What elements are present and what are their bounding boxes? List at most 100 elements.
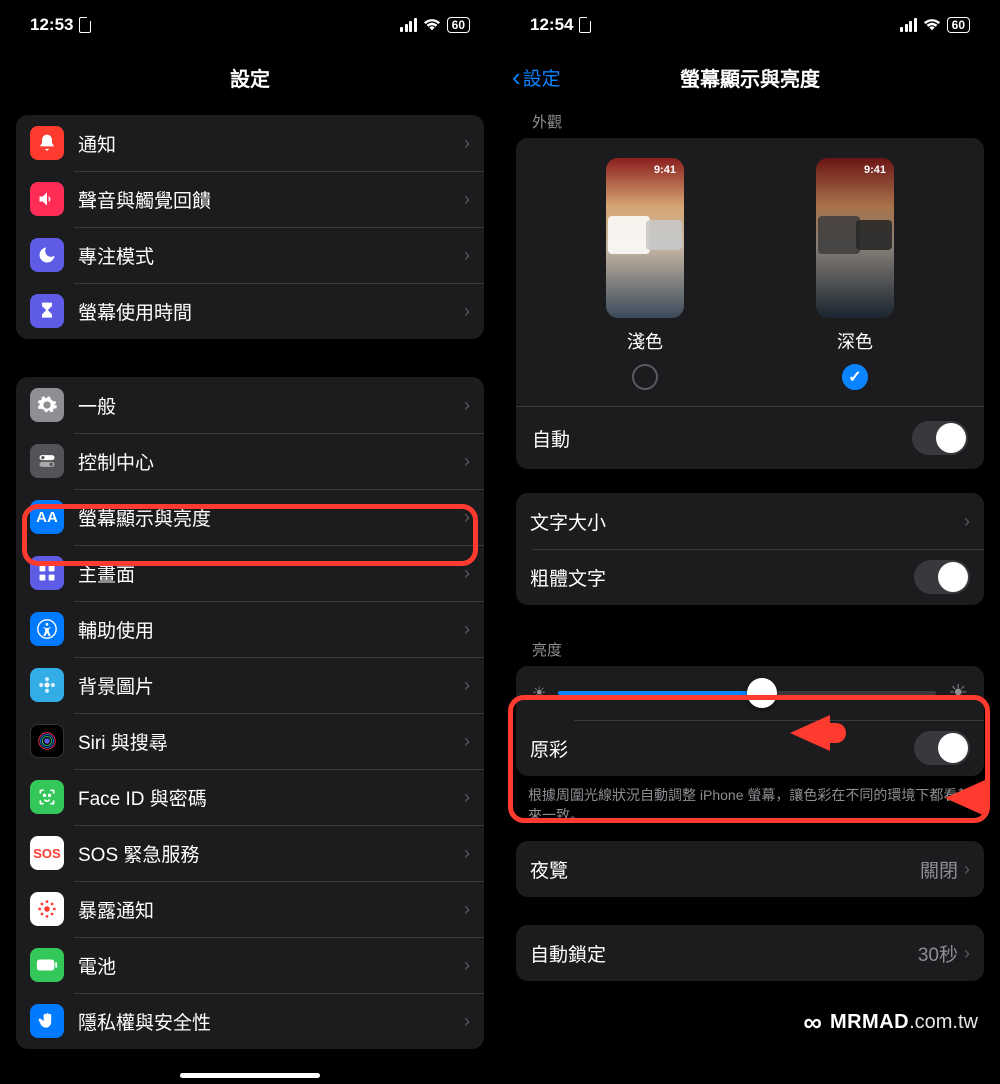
chevron-right-icon: › [464,955,470,976]
row-accessibility[interactable]: 輔助使用 › [16,601,484,657]
row-battery[interactable]: 電池 › [16,937,484,993]
chevron-right-icon: › [464,301,470,322]
settings-group-2: 一般 › 控制中心 › AA 螢幕顯示與亮度 › 主畫面 › [16,377,484,1049]
chevron-right-icon: › [464,245,470,266]
hand-icon [30,1004,64,1038]
chevron-right-icon: › [464,1011,470,1032]
speaker-icon [30,182,64,216]
flower-icon [30,668,64,702]
toggle-bold-text[interactable] [914,560,970,594]
row-night-shift[interactable]: 夜覽 關閉 › [516,841,984,897]
true-tone-description: 根據周圍光線狀況自動調整 iPhone 螢幕，讓色彩在不同的環境下都看起來一致。 [500,780,1000,841]
chevron-right-icon: › [964,859,970,880]
sim-icon [579,17,591,33]
slider-thumb[interactable] [747,678,777,708]
chevron-right-icon: › [464,507,470,528]
display-scroll[interactable]: 外觀 9:41 淺色 9:41 深色 ✓ [500,105,1000,1084]
chevron-right-icon: › [464,619,470,640]
back-label: 設定 [523,64,561,91]
radio-unchecked-icon[interactable] [632,364,658,390]
sun-small-icon: ☀ [532,683,546,703]
sim-icon [79,17,91,33]
row-notifications[interactable]: 通知 › [16,115,484,171]
faceid-icon [30,780,64,814]
chevron-left-icon: ‹ [512,62,521,93]
chevron-right-icon: › [464,189,470,210]
auto-lock-group: 自動鎖定 30秒 › [516,925,984,981]
toggle-auto[interactable] [912,421,968,455]
phone-display-brightness: 12:54 60 ‹ 設定 螢幕顯示與亮度 外觀 9:41 淺色 [500,0,1000,1084]
arrow-annotation-icon [945,780,985,816]
light-preview: 9:41 [606,158,684,318]
row-screentime[interactable]: 螢幕使用時間 › [16,283,484,339]
row-privacy[interactable]: 隱私權與安全性 › [16,993,484,1049]
chevron-right-icon: › [464,451,470,472]
row-auto-appearance: 自動 [516,406,984,469]
page-title: 螢幕顯示與亮度 [680,63,820,92]
battery-indicator: 60 [447,17,470,33]
chevron-right-icon: › [464,843,470,864]
battery-indicator: 60 [947,17,970,33]
wifi-icon [423,18,441,32]
row-sounds[interactable]: 聲音與觸覺回饋 › [16,171,484,227]
appearance-dark[interactable]: 9:41 深色 ✓ [816,158,894,390]
row-auto-lock[interactable]: 自動鎖定 30秒 › [516,925,984,981]
row-wallpaper[interactable]: 背景圖片 › [16,657,484,713]
chevron-right-icon: › [464,787,470,808]
row-home-screen[interactable]: 主畫面 › [16,545,484,601]
wifi-icon [923,18,941,32]
row-display-brightness[interactable]: AA 螢幕顯示與亮度 › [16,489,484,545]
toggle-true-tone[interactable] [914,731,970,765]
cellular-signal-icon [400,18,417,32]
row-true-tone: 原彩 [516,720,984,776]
section-brightness: 亮度 [500,633,1000,666]
settings-scroll[interactable]: 通知 › 聲音與觸覺回饋 › 專注模式 › 螢 [0,115,500,1084]
sos-icon: SOS [30,836,64,870]
watermark: ∞ MRMAD.com.tw [803,1007,978,1038]
home-indicator[interactable] [180,1073,320,1078]
text-size-icon: AA [30,500,64,534]
chevron-right-icon: › [464,563,470,584]
row-siri[interactable]: Siri 與搜尋 › [16,713,484,769]
brightness-slider[interactable] [558,691,936,695]
arrow-annotation-icon [790,715,830,751]
row-focus[interactable]: 專注模式 › [16,227,484,283]
grid-icon [30,556,64,590]
row-sos[interactable]: SOS SOS 緊急服務 › [16,825,484,881]
chevron-right-icon: › [964,943,970,964]
hourglass-icon [30,294,64,328]
phone-settings-main: 12:53 60 設定 通知 › 聲音與觸覺回饋 [0,0,500,1084]
appearance-light[interactable]: 9:41 淺色 [606,158,684,390]
back-button[interactable]: ‹ 設定 [512,62,561,93]
gear-icon [30,388,64,422]
text-group: 文字大小 › 粗體文字 [516,493,984,605]
status-bar: 12:53 60 [0,0,500,50]
brightness-group: ☀ ☀ 原彩 [516,666,984,776]
row-general[interactable]: 一般 › [16,377,484,433]
radio-checked-icon[interactable]: ✓ [842,364,868,390]
status-time: 12:54 [530,15,573,35]
nav-header: ‹ 設定 螢幕顯示與亮度 [500,50,1000,105]
row-text-size[interactable]: 文字大小 › [516,493,984,549]
appearance-card: 9:41 淺色 9:41 深色 ✓ 自動 [516,138,984,469]
section-appearance: 外觀 [500,105,1000,138]
row-control-center[interactable]: 控制中心 › [16,433,484,489]
chevron-right-icon: › [964,511,970,532]
page-title: 設定 [230,63,270,92]
row-exposure[interactable]: 暴露通知 › [16,881,484,937]
sun-large-icon: ☀ [948,680,968,706]
infinity-logo-icon: ∞ [803,1007,822,1038]
status-time: 12:53 [30,15,73,35]
exposure-icon [30,892,64,926]
chevron-right-icon: › [464,899,470,920]
moon-icon [30,238,64,272]
dark-preview: 9:41 [816,158,894,318]
nav-header: 設定 [0,50,500,105]
chevron-right-icon: › [464,675,470,696]
status-bar: 12:54 60 [500,0,1000,50]
row-faceid[interactable]: Face ID 與密碼 › [16,769,484,825]
battery-icon [30,948,64,982]
toggles-icon [30,444,64,478]
bell-icon [30,126,64,160]
brightness-slider-row: ☀ ☀ [516,666,984,720]
